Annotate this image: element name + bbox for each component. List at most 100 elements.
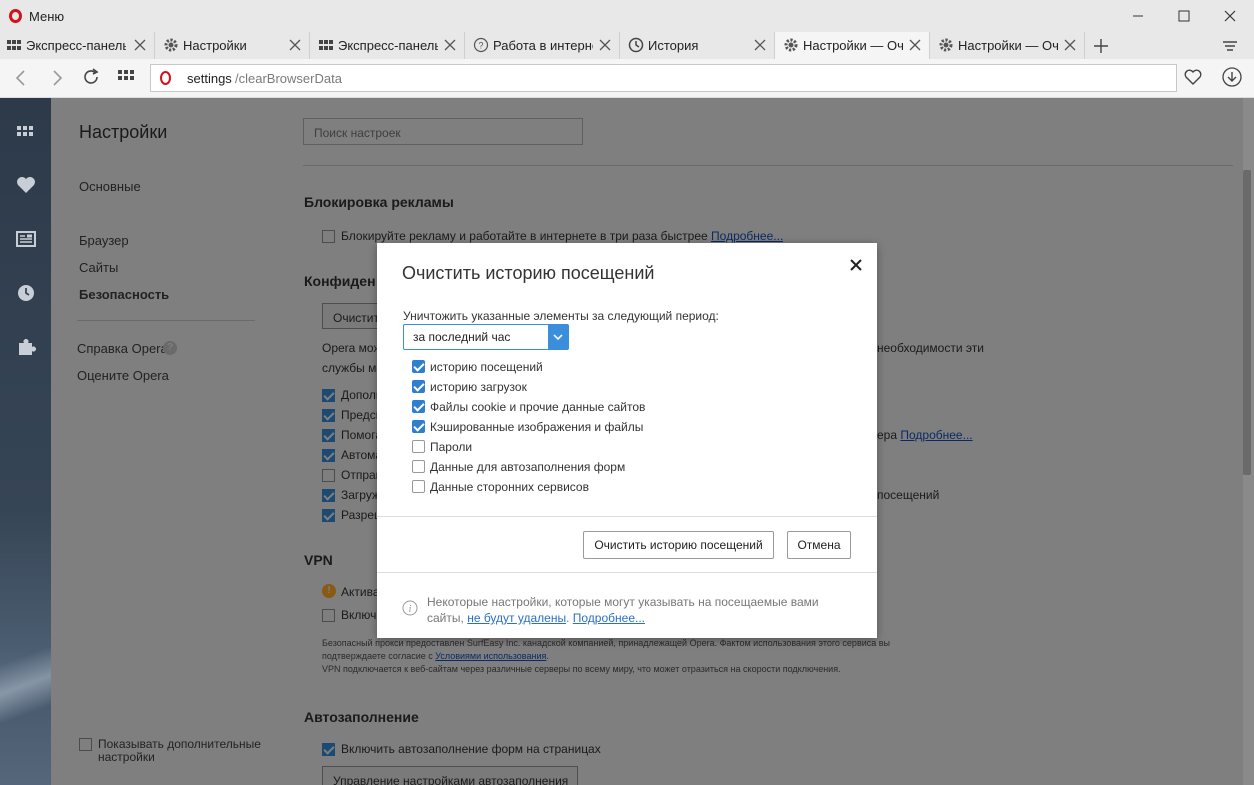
privacy-desc-start: Opera может использовать веб-службы для … (322, 341, 377, 355)
maximize-icon[interactable] (1170, 3, 1198, 29)
nav-security[interactable]: Безопасность (79, 287, 169, 302)
privacy-checkbox-7[interactable] (322, 509, 335, 522)
heart-icon[interactable] (15, 174, 37, 196)
nav-sites[interactable]: Сайты (79, 260, 118, 275)
vpn-fine-2-end: . (546, 651, 549, 661)
third-party-checkbox[interactable] (412, 480, 425, 493)
cache-checkbox[interactable] (412, 420, 425, 433)
privacy-desc-end: необходимости эти (877, 341, 984, 355)
scrollbar-thumb[interactable] (1243, 170, 1251, 475)
autofill-checkbox[interactable] (322, 743, 335, 756)
privacy-row-4: Автоматически (341, 448, 377, 462)
tab-help[interactable]: ? Работа в интернет (465, 32, 620, 59)
privacy-checkbox-1[interactable] (322, 389, 335, 402)
tab-history[interactable]: История (620, 32, 775, 59)
clear-history-open-button[interactable]: Очистить историю посещений... (322, 303, 382, 329)
privacy-row-1: Дополнительно (341, 388, 377, 402)
terms-link[interactable]: Условиями использования (435, 651, 546, 661)
speed-dial-icon[interactable] (116, 67, 136, 87)
period-select[interactable]: за последний час (403, 324, 569, 350)
cancel-button[interactable]: Отмена (787, 531, 851, 559)
autofill-data-label: Данные для автозаполнения форм (430, 460, 626, 474)
info-separator: . (566, 611, 570, 625)
back-icon[interactable] (12, 68, 30, 88)
autofill-label: Включить автозаполнение форм на страница… (341, 742, 601, 756)
tab-menu-icon[interactable] (1221, 37, 1239, 55)
tab-settings-3[interactable]: Настройки — Очи (930, 32, 1085, 59)
privacy-row-6: Загружать (341, 488, 377, 502)
tab-label: Работа в интернет (493, 38, 593, 53)
vpn-row-2: Включить (341, 608, 377, 622)
help-icon[interactable]: ? (163, 341, 177, 355)
not-deleted-link[interactable]: не будут удалены (467, 611, 566, 625)
minimize-icon[interactable] (1124, 3, 1152, 29)
close-tab-icon[interactable] (287, 37, 303, 53)
show-more-label: Показывать дополнительные настройки (98, 737, 261, 764)
tab-settings-active[interactable]: Настройки — Очи (775, 32, 930, 59)
more-info-link[interactable]: Подробнее... (573, 611, 645, 625)
privacy-row-5: Отправлять (341, 468, 377, 482)
history-icon[interactable] (15, 282, 37, 304)
close-tab-icon[interactable] (132, 37, 148, 53)
ads-more-link[interactable]: Подробнее... (711, 229, 783, 243)
info-icon: i (402, 600, 418, 616)
svg-text:?: ? (478, 41, 483, 51)
close-tab-icon[interactable] (907, 37, 923, 53)
heart-icon[interactable] (1183, 67, 1203, 87)
show-more-checkbox[interactable] (79, 738, 92, 751)
menu-button[interactable]: Меню (29, 9, 64, 24)
privacy-more-link[interactable]: Подробнее... (900, 428, 972, 442)
vpn-heading: VPN (304, 552, 333, 568)
gear-icon (784, 38, 798, 52)
clock-icon (628, 37, 644, 53)
news-icon[interactable] (15, 228, 37, 250)
title-bar (0, 0, 1254, 32)
cache-label: Кэшированные изображения и файлы (430, 420, 644, 434)
grid-icon (319, 40, 333, 50)
opera-logo-icon[interactable] (9, 9, 22, 23)
tab-label: История (648, 38, 699, 53)
search-placeholder: Поиск настроек (314, 126, 401, 140)
nav-basic[interactable]: Основные (79, 179, 141, 194)
privacy-checkbox-2[interactable] (322, 409, 335, 422)
help-icon: ? (473, 37, 489, 53)
tab-express-2[interactable]: Экспресс-панель (310, 32, 465, 59)
block-ads-checkbox[interactable] (322, 230, 335, 243)
speed-dial-icon[interactable] (15, 120, 37, 142)
forward-icon[interactable] (48, 68, 66, 88)
close-tab-icon[interactable] (1062, 37, 1078, 53)
close-icon[interactable] (846, 255, 866, 275)
ads-heading: Блокировка рекламы (304, 194, 454, 210)
cookies-checkbox[interactable] (412, 400, 425, 413)
nav-help[interactable]: Справка Opera (77, 341, 168, 356)
privacy-checkbox-6[interactable] (322, 489, 335, 502)
new-tab-icon[interactable] (1092, 37, 1110, 55)
url-path: /clearBrowserData (235, 71, 342, 86)
reload-icon[interactable] (80, 66, 102, 88)
tab-settings-1[interactable]: Настройки (155, 32, 310, 59)
tab-express-1[interactable]: Экспресс-панель (0, 32, 155, 59)
downloads-checkbox[interactable] (412, 380, 425, 393)
clear-history-button[interactable]: Очистить историю посещений (583, 531, 774, 559)
vpn-checkbox[interactable] (322, 609, 335, 622)
nav-browser[interactable]: Браузер (79, 233, 129, 248)
close-tab-icon[interactable] (442, 37, 458, 53)
autofill-data-checkbox[interactable] (412, 460, 425, 473)
close-window-icon[interactable] (1216, 3, 1244, 29)
privacy-checkbox-5[interactable] (322, 469, 335, 482)
privacy-checkbox-3[interactable] (322, 429, 335, 442)
settings-nav: Настройки Основные Браузер Сайты Безопас… (51, 98, 283, 785)
autofill-manage-button[interactable]: Управление настройками автозаполнения (322, 766, 578, 785)
nav-rate[interactable]: Оцените Opera (77, 368, 169, 383)
extensions-icon[interactable] (15, 336, 37, 358)
privacy-checkbox-4[interactable] (322, 449, 335, 462)
download-icon[interactable] (1221, 66, 1243, 88)
close-tab-icon[interactable] (597, 37, 613, 53)
vpn-fine-2-text: подтверждаете согласие с (322, 651, 436, 661)
search-settings-input[interactable]: Поиск настроек (303, 118, 583, 145)
history-checkbox[interactable] (412, 360, 425, 373)
passwords-checkbox[interactable] (412, 440, 425, 453)
close-tab-icon[interactable] (752, 37, 768, 53)
privacy-heading: Конфиденциальность (304, 273, 376, 289)
address-bar[interactable]: settings /clearBrowserData (150, 64, 1177, 92)
